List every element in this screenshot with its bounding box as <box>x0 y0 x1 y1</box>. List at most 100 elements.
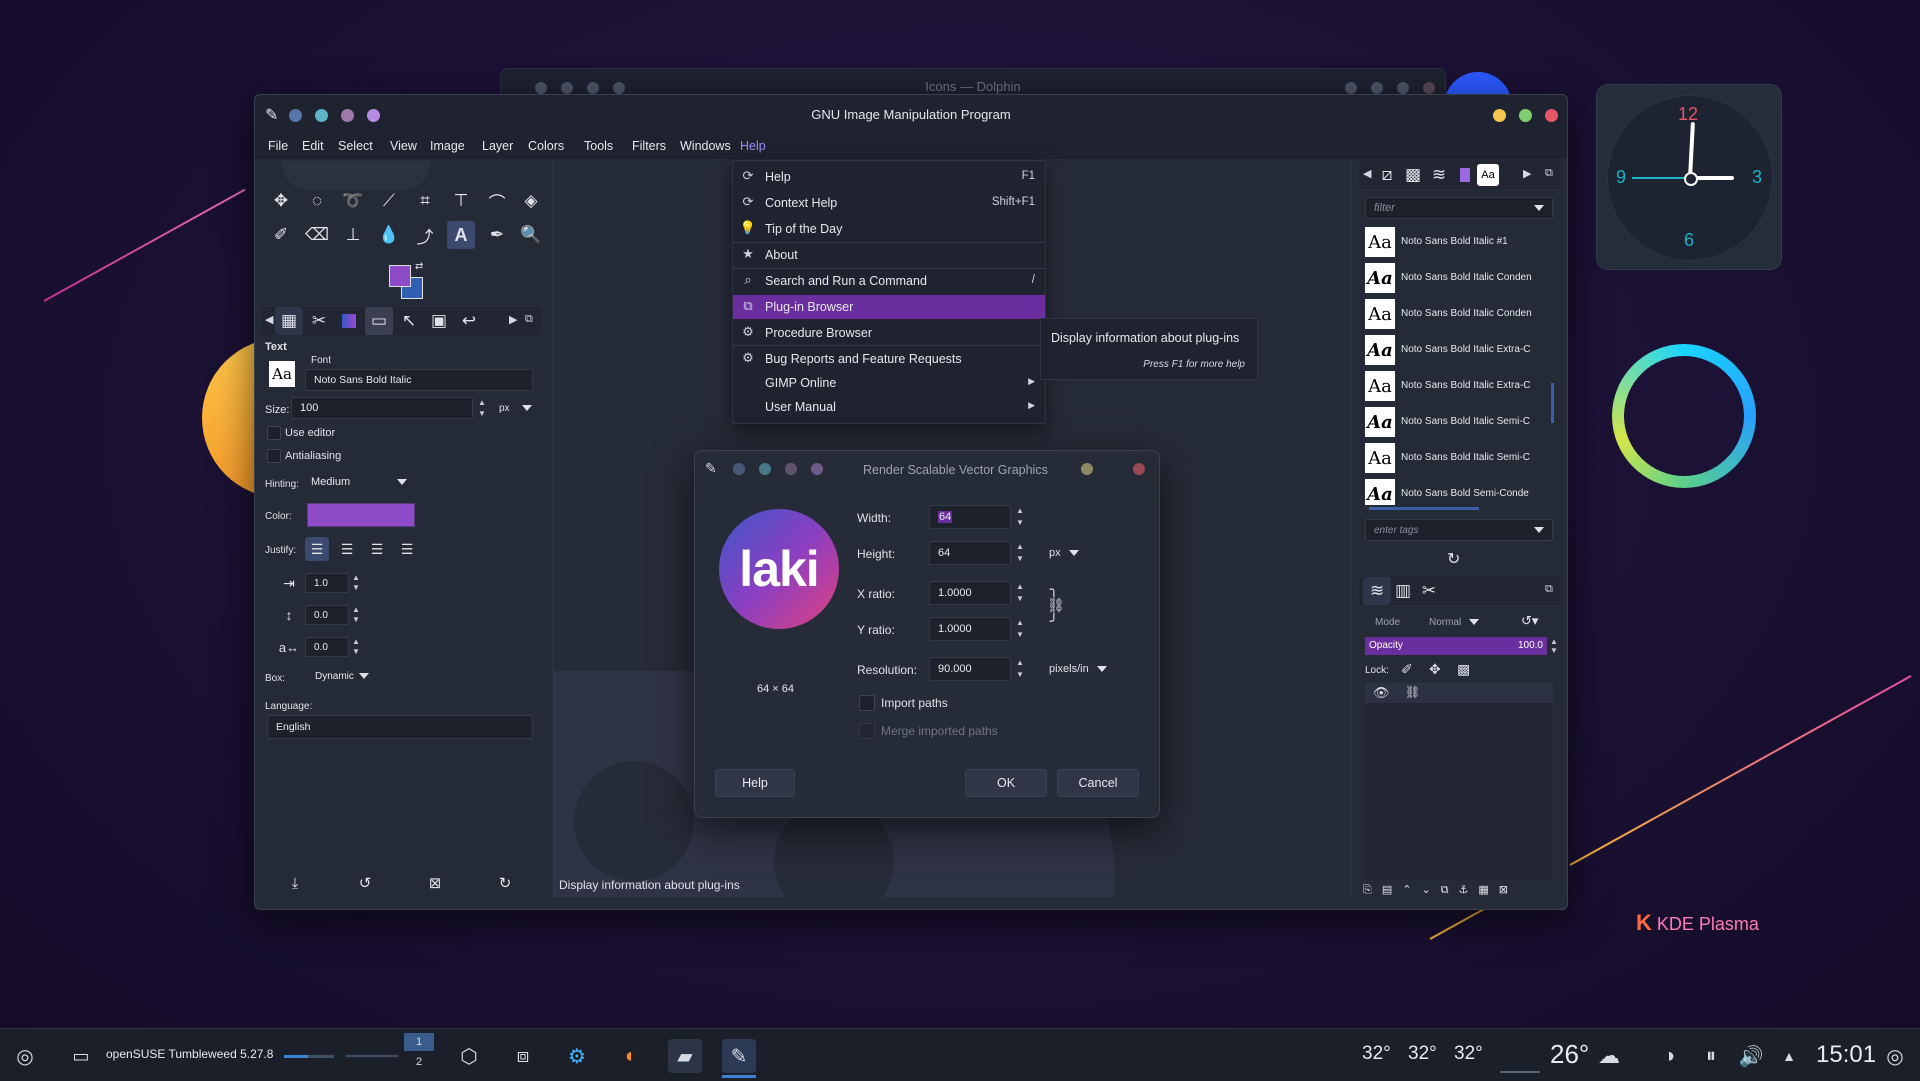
dolphin-taskbar-icon[interactable]: ▰ <box>668 1039 702 1073</box>
line-spacing-spin-down[interactable]: ▼ <box>351 615 361 625</box>
font-list-hscroll[interactable] <box>1369 507 1479 510</box>
mode-select[interactable]: Normal <box>1429 617 1480 628</box>
opacity-spin-down[interactable]: ▼ <box>1549 646 1559 656</box>
help-menu-item-bug-reports-and-feature-requests[interactable]: ⚙ Bug Reports and Feature Requests <box>733 347 1045 371</box>
justify-left-icon[interactable]: ☰ <box>305 537 329 561</box>
font-list-item[interactable]: Aa Noto Sans Bold Italic #1 <box>1365 225 1543 259</box>
help-menu-item-search-and-run-a-command[interactable]: ⌕ Search and Run a Command / <box>733 269 1045 293</box>
xratio-spin-up[interactable]: ▲ <box>1015 582 1025 592</box>
indent-spin-up[interactable]: ▲ <box>351 573 361 583</box>
size-spin-up[interactable]: ▲ <box>477 398 487 408</box>
indent-spin-down[interactable]: ▼ <box>351 583 361 593</box>
layers-list[interactable]: 👁 ⛓ <box>1365 683 1553 879</box>
show-desktop-icon[interactable]: ◎ <box>1878 1039 1912 1073</box>
help-menu-item-gimp-online[interactable]: GIMP Online ▶ <box>733 371 1045 395</box>
gradients-tab[interactable] <box>335 307 363 335</box>
resolution-unit-select[interactable]: pixels/in <box>1049 663 1107 675</box>
resolution-spin-up[interactable]: ▲ <box>1015 658 1025 668</box>
height-spin-up[interactable]: ▲ <box>1015 542 1025 552</box>
help-menu-item-procedure-browser[interactable]: ⚙ Procedure Browser <box>733 321 1045 345</box>
tab-menu-icon[interactable]: ⧉ <box>525 313 533 326</box>
layers-tab-icon[interactable]: ≋ <box>1425 161 1453 189</box>
letter-spacing-spin-down[interactable]: ▼ <box>351 647 361 657</box>
help-menu-item-plug-in-browser[interactable]: ⧉ Plug-in Browser <box>733 295 1045 319</box>
menu-filters[interactable]: Filters <box>627 139 671 153</box>
yratio-spin-up[interactable]: ▲ <box>1015 618 1025 628</box>
temp-1[interactable]: 32° <box>1362 1043 1391 1065</box>
volume-icon[interactable]: 🔊 <box>1734 1039 1768 1073</box>
media-pause-icon[interactable]: ⏸ <box>1694 1039 1728 1073</box>
text-color-button[interactable] <box>307 503 415 527</box>
size-field[interactable]: 100 <box>291 397 473 419</box>
use-editor-checkbox[interactable] <box>267 426 281 440</box>
tab-scroll-left-icon[interactable]: ◀ <box>265 313 273 326</box>
tool-options-tab[interactable]: ▦ <box>275 307 303 335</box>
reset-options-icon[interactable]: ↻ <box>491 869 519 897</box>
resolution-spin-down[interactable]: ▼ <box>1015 670 1025 680</box>
weather-temp[interactable]: 26° <box>1550 1039 1589 1070</box>
help-menu-item-help[interactable]: ⟳ Help F1 <box>733 165 1045 189</box>
xratio-input[interactable]: 1.0000 <box>929 581 1011 605</box>
size-unit-select[interactable]: px <box>499 403 532 414</box>
delete-options-icon[interactable]: ⊠ <box>421 869 449 897</box>
justify-center-icon[interactable]: ☰ <box>365 537 389 561</box>
clock-time[interactable]: 15:01 <box>1816 1041 1876 1069</box>
save-options-icon[interactable]: ⤓ <box>281 869 309 897</box>
clone-icon[interactable]: ⊥ <box>339 221 367 249</box>
images-tab[interactable]: ▭ <box>365 307 393 335</box>
duplicate-layer-icon[interactable]: ⧉ <box>1441 884 1459 896</box>
smudge-icon[interactable]: 💧 <box>375 221 403 249</box>
indent-field[interactable]: 1.0 <box>305 573 349 593</box>
brushes-tab[interactable]: ⧄ <box>1373 161 1401 189</box>
box-select[interactable]: Dynamic <box>307 665 373 687</box>
dialog-minimize-button[interactable] <box>1081 463 1093 475</box>
crop-icon[interactable]: ⌗ <box>411 187 439 215</box>
color-picker-icon[interactable]: ✒ <box>483 221 511 249</box>
width-spin-down[interactable]: ▼ <box>1015 518 1025 528</box>
new-layer-icon[interactable]: ⎘ <box>1363 884 1382 896</box>
palettes-tab[interactable] <box>1451 161 1479 189</box>
fonts-tab[interactable]: Aa <box>1477 164 1499 186</box>
system-tray-expand-icon[interactable]: ▲ <box>1772 1039 1806 1073</box>
maximize-button[interactable] <box>1519 109 1532 122</box>
package-icon[interactable]: ⧈ <box>506 1039 540 1073</box>
dialog-dot[interactable] <box>759 463 771 475</box>
right-tab-scroll-right-icon[interactable]: ▶ <box>1523 167 1531 180</box>
font-list-item[interactable]: Aa Noto Sans Bold Italic Extra-C <box>1365 333 1543 367</box>
refresh-fonts-icon[interactable]: ↻ <box>1447 549 1460 569</box>
raise-layer-icon[interactable]: ⌃ <box>1402 884 1421 896</box>
language-field[interactable]: English <box>267 715 533 739</box>
paintbrush-icon[interactable]: ✐ <box>267 221 295 249</box>
font-list-scrollbar[interactable] <box>1551 383 1554 423</box>
fuzzy-select-icon[interactable]: ⟋ <box>375 187 403 215</box>
eraser-icon[interactable]: ⌫ <box>303 221 331 249</box>
foreground-color-swatch[interactable] <box>389 265 411 287</box>
text-tool-icon[interactable]: A <box>447 221 475 249</box>
menu-view[interactable]: View <box>385 139 422 153</box>
letter-spacing-spin-up[interactable]: ▲ <box>351 637 361 647</box>
gimp-titlebar[interactable]: ✎ GNU Image Manipulation Program <box>255 95 1567 135</box>
unit-select[interactable]: px <box>1049 547 1079 559</box>
font-field[interactable]: Noto Sans Bold Italic <box>305 369 533 391</box>
pager-desktop-2[interactable]: 2 <box>404 1053 434 1071</box>
dialog-dot[interactable] <box>785 463 797 475</box>
temp-3[interactable]: 32° <box>1454 1043 1483 1065</box>
minimize-button[interactable] <box>1493 109 1506 122</box>
line-spacing-spin-up[interactable]: ▲ <box>351 605 361 615</box>
font-list-item[interactable]: Aa Noto Sans Bold Italic Conden <box>1365 297 1543 331</box>
height-input[interactable]: 64 <box>929 541 1011 565</box>
font-list-item[interactable]: Aa Noto Sans Bold Italic Extra-C <box>1365 369 1543 403</box>
help-menu-item-tip-of-the-day[interactable]: 💡 Tip of the Day <box>733 217 1045 241</box>
lower-layer-icon[interactable]: ⌄ <box>1421 884 1440 896</box>
channels-tab[interactable]: ▥ <box>1389 577 1417 605</box>
taskbar-window-title[interactable]: openSUSE Tumbleweed 5.27.8 <box>106 1047 273 1061</box>
menu-layer[interactable]: Layer <box>477 139 518 153</box>
zoom-icon[interactable]: 🔍 <box>517 221 545 249</box>
undo-history-tab[interactable]: ↩ <box>455 307 483 335</box>
font-tags-input[interactable]: enter tags <box>1365 519 1553 541</box>
cpu-graph[interactable] <box>1500 1049 1540 1073</box>
menu-tools[interactable]: Tools <box>579 139 618 153</box>
right-tab-menu-icon[interactable]: ⧉ <box>1545 167 1553 180</box>
cancel-button[interactable]: Cancel <box>1057 769 1139 797</box>
size-spin-down[interactable]: ▼ <box>477 409 487 419</box>
